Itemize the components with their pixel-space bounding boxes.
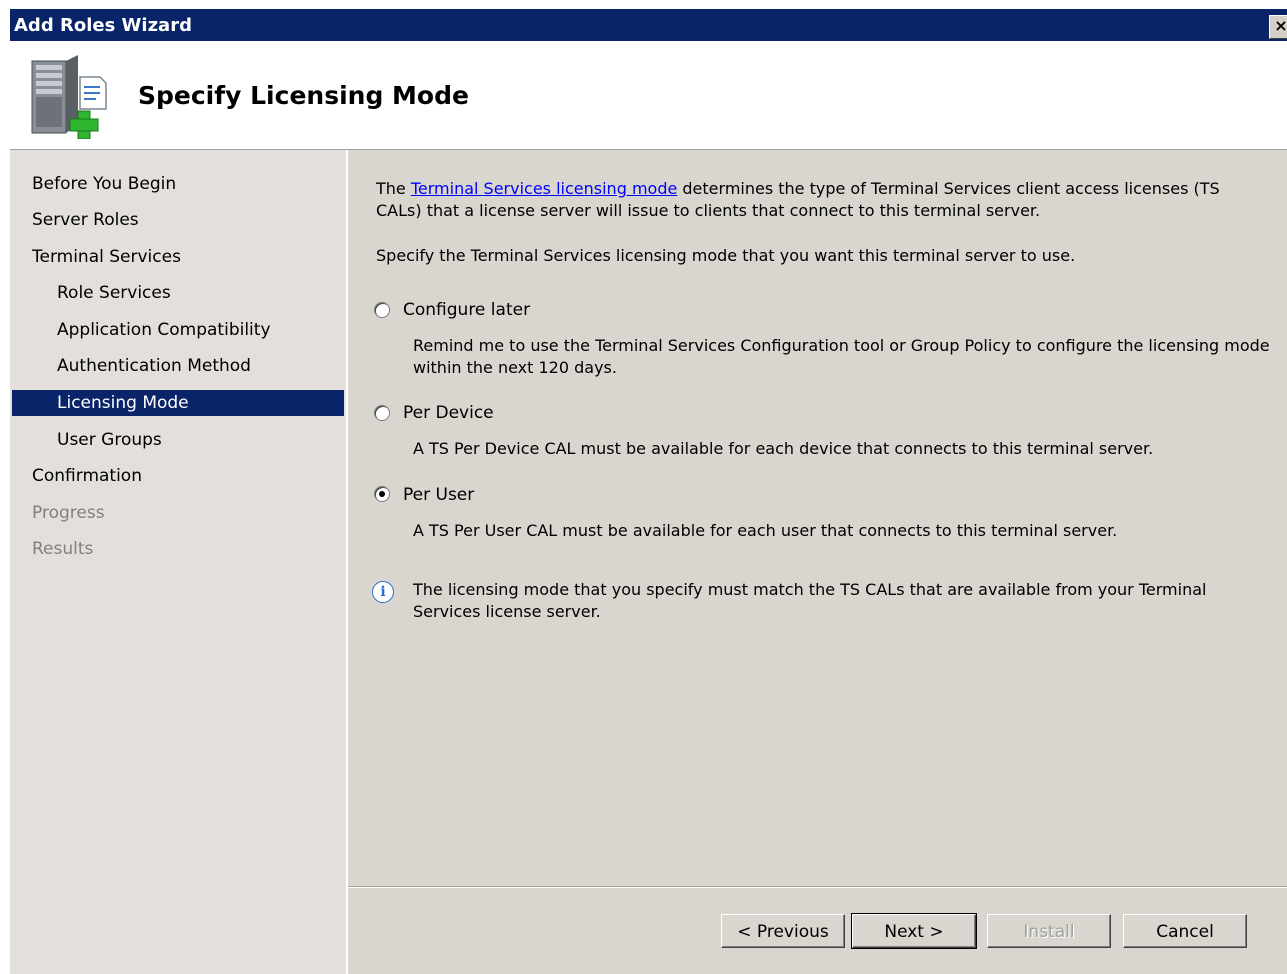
install-button: Install xyxy=(987,914,1111,948)
nav-item-results: Results xyxy=(32,539,94,559)
close-button[interactable]: × xyxy=(1269,15,1287,39)
server-add-icon xyxy=(31,55,107,139)
intro-prefix: The xyxy=(376,179,411,198)
nav-item-server-roles[interactable]: Server Roles xyxy=(12,207,344,233)
radio-selected-dot xyxy=(379,491,385,497)
window-title: Add Roles Wizard xyxy=(14,15,192,36)
page-title: Specify Licensing Mode xyxy=(138,81,469,110)
cancel-button[interactable]: Cancel xyxy=(1123,914,1247,948)
nav-item-confirmation[interactable]: Confirmation xyxy=(12,463,344,489)
nav-item-user-groups[interactable]: User Groups xyxy=(12,427,344,453)
per-user-label[interactable]: Per User xyxy=(403,484,474,506)
intro-text-line2: CALs) that a license server will issue t… xyxy=(376,201,1041,220)
nav-item-application-compatibility[interactable]: Application Compatibility xyxy=(12,317,344,343)
footer-divider xyxy=(348,886,1287,888)
intro-text: The Terminal Services licensing mode det… xyxy=(376,178,1220,200)
wizard-content: The Terminal Services licensing mode det… xyxy=(348,150,1287,974)
per-device-radio[interactable] xyxy=(374,405,390,421)
nav-item-terminal-services[interactable]: Terminal Services xyxy=(12,244,344,270)
nav-item-licensing-mode[interactable]: Licensing Mode xyxy=(12,390,344,416)
info-text-line1: The licensing mode that you specify must… xyxy=(413,580,1207,599)
per-user-description: A TS Per User CAL must be available for … xyxy=(413,521,1118,540)
nav-item-authentication-method[interactable]: Authentication Method xyxy=(12,353,344,379)
per-device-label[interactable]: Per Device xyxy=(403,402,494,424)
nav-item-before-you-begin[interactable]: Before You Begin xyxy=(12,171,344,197)
configure-later-radio[interactable] xyxy=(374,302,390,318)
info-text-line2: Services license server. xyxy=(413,602,601,621)
previous-button[interactable]: < Previous xyxy=(721,914,845,948)
per-user-radio[interactable] xyxy=(374,486,390,502)
wizard-header: Specify Licensing Mode xyxy=(10,41,1287,150)
instruction-text: Specify the Terminal Services licensing … xyxy=(376,246,1076,265)
per-device-description: A TS Per Device CAL must be available fo… xyxy=(413,439,1154,458)
configure-later-description-line2: within the next 120 days. xyxy=(413,358,617,377)
licensing-mode-help-link[interactable]: Terminal Services licensing mode xyxy=(411,179,677,198)
intro-line1-suffix: determines the type of Terminal Services… xyxy=(677,179,1220,198)
configure-later-description-line1: Remind me to use the Terminal Services C… xyxy=(413,336,1270,355)
wizard-nav: Before You Begin Server Roles Terminal S… xyxy=(10,150,348,974)
configure-later-label[interactable]: Configure later xyxy=(403,299,530,321)
title-bar: Add Roles Wizard × xyxy=(10,9,1287,41)
nav-item-role-services[interactable]: Role Services xyxy=(12,280,344,306)
info-icon: i xyxy=(372,581,394,603)
nav-item-progress: Progress xyxy=(32,503,105,523)
next-button[interactable]: Next > xyxy=(851,913,977,949)
